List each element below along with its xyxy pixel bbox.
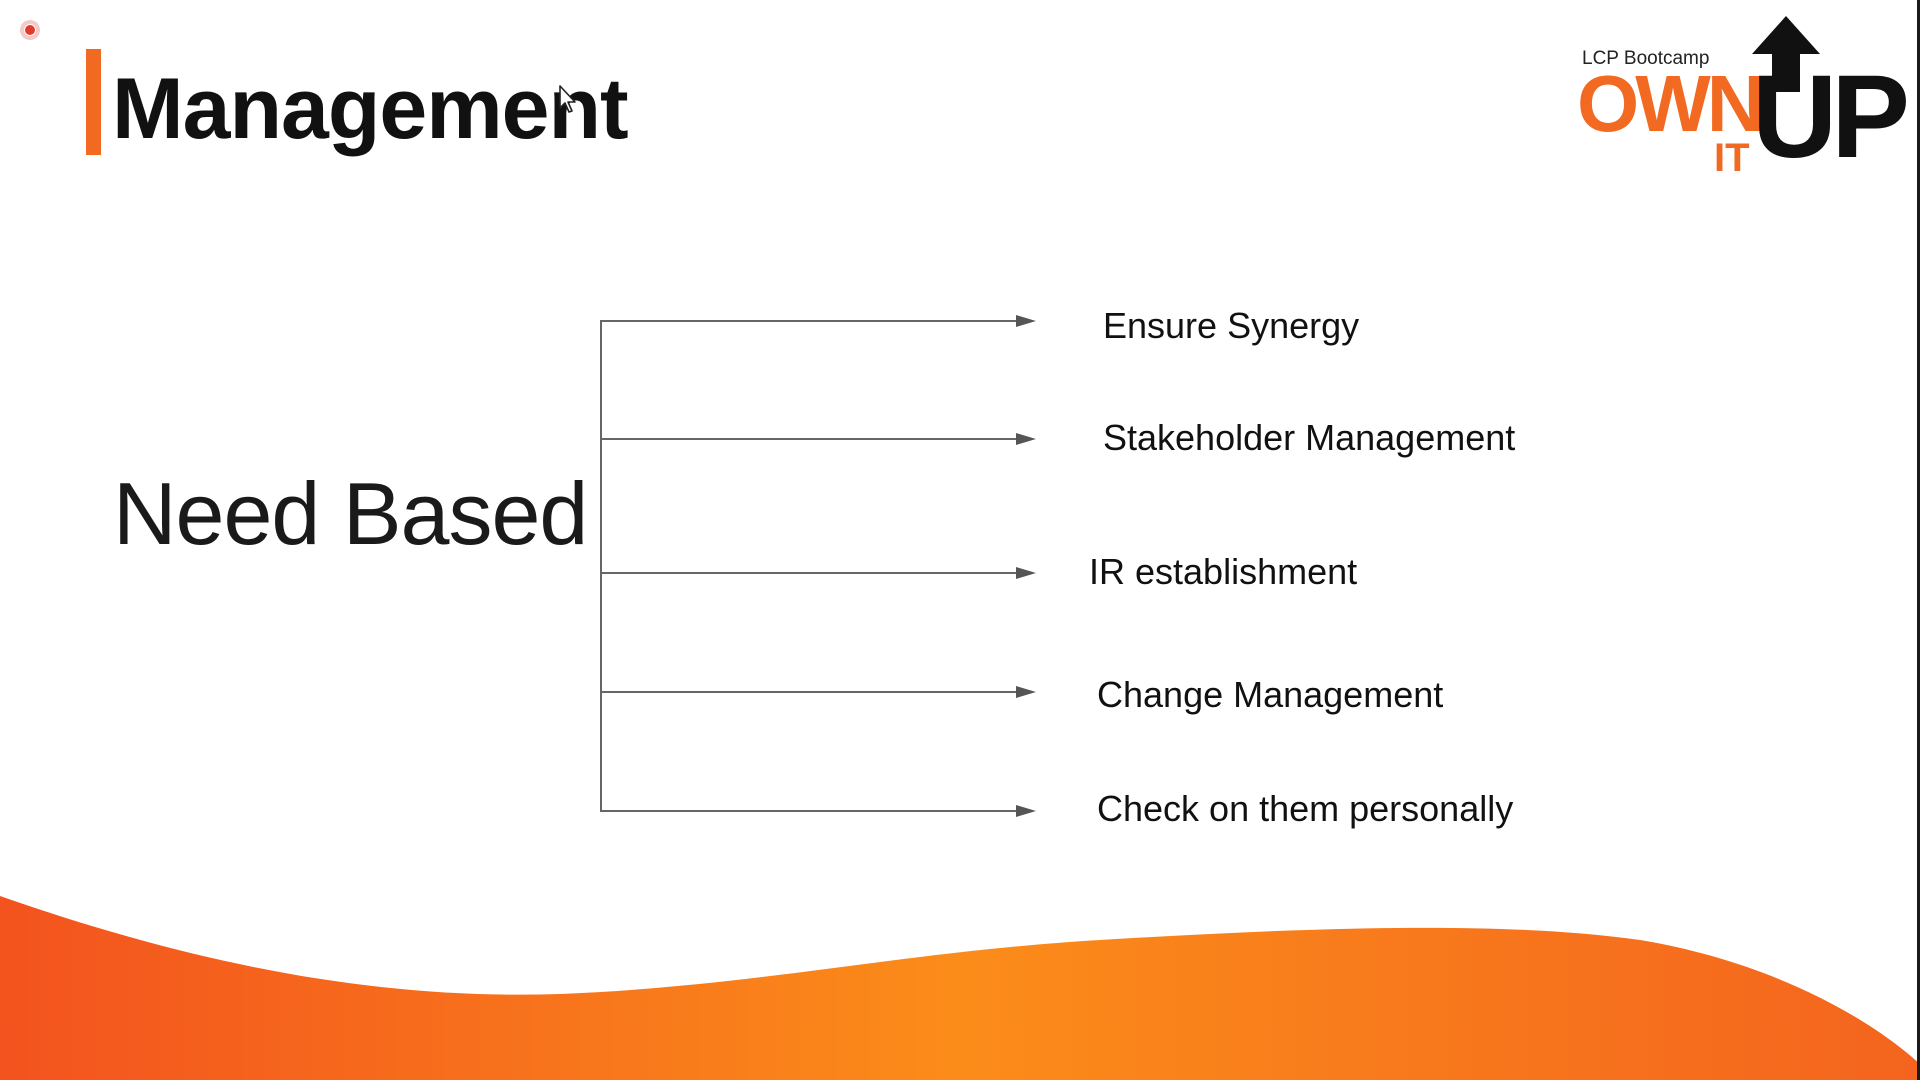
arrow-right-icon: [601, 433, 1036, 445]
item-label-ir-establishment: IR establishment: [1089, 551, 1358, 592]
item-label-ensure-synergy: Ensure Synergy: [1103, 305, 1360, 346]
arrow-right-icon: [601, 686, 1036, 698]
arrow-right-icon: [601, 315, 1036, 327]
item-label-stakeholder-management: Stakeholder Management: [1103, 417, 1516, 458]
item-label-change-management: Change Management: [1097, 674, 1444, 715]
bracket-connector: [600, 315, 1036, 817]
presentation-slide: Management LCP Bootcamp OWN IT UP Need B…: [0, 0, 1920, 1080]
item-label-check-on-them-personally: Check on them personally: [1097, 788, 1514, 829]
arrow-right-icon: [601, 567, 1036, 579]
arrow-right-icon: [601, 805, 1036, 817]
